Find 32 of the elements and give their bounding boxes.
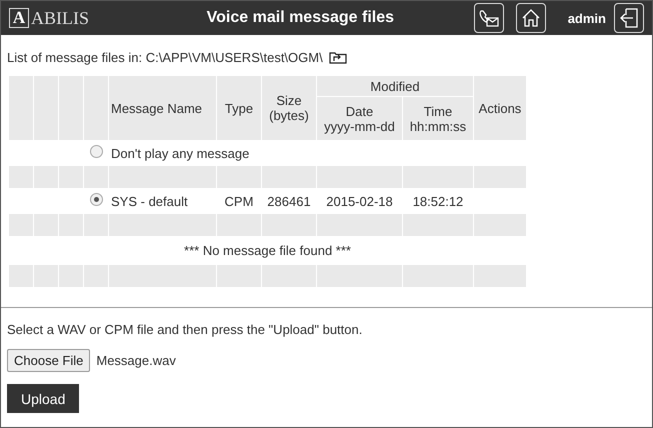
logout-icon <box>619 7 639 29</box>
file-name: Message.wav <box>96 353 176 368</box>
column-header: Size (bytes) <box>262 76 316 140</box>
home-button[interactable] <box>516 3 546 33</box>
column-header: Date yyyy-mm-dd <box>317 97 402 140</box>
column-header: Actions <box>474 76 526 140</box>
column-header: Time hh:mm:ss <box>403 97 473 140</box>
user-name: admin <box>568 10 606 26</box>
option-label: Don't play any message <box>110 144 250 163</box>
table-cell-text: 18:52:12 <box>412 192 464 210</box>
table-cell-text: 286461 <box>266 192 312 210</box>
upload-button[interactable]: Upload <box>7 384 80 413</box>
table-cell-text: SYS - default <box>110 192 189 210</box>
logo-name: ABILIS <box>31 8 89 28</box>
home-icon <box>520 8 541 28</box>
choose-file-button[interactable]: Choose File <box>7 349 90 372</box>
column-group-header: Modified <box>317 76 473 96</box>
path-label: List of message files in: C:\APP\VM\USERS\test\OGM\ <box>7 50 323 64</box>
column-header: Type <box>217 76 261 140</box>
table-cell-text: 2015-02-18 <box>325 192 394 210</box>
radio-button[interactable] <box>90 193 102 206</box>
phone-envelope-icon <box>478 8 500 28</box>
logout-button[interactable] <box>614 3 644 33</box>
table-cell-text: CPM <box>224 192 254 210</box>
empty-message: *** No message file found *** <box>184 243 351 258</box>
logo-mark: A <box>9 8 29 28</box>
radio-button[interactable] <box>90 145 102 158</box>
upload-hint: Select a WAV or CPM file and then press the "Upload" button. <box>7 322 362 337</box>
voicemail-button[interactable] <box>474 3 504 33</box>
window-title: Voice mail message files <box>206 9 396 27</box>
folder-up-icon[interactable] <box>328 50 347 64</box>
column-header: Message Name <box>109 76 216 140</box>
